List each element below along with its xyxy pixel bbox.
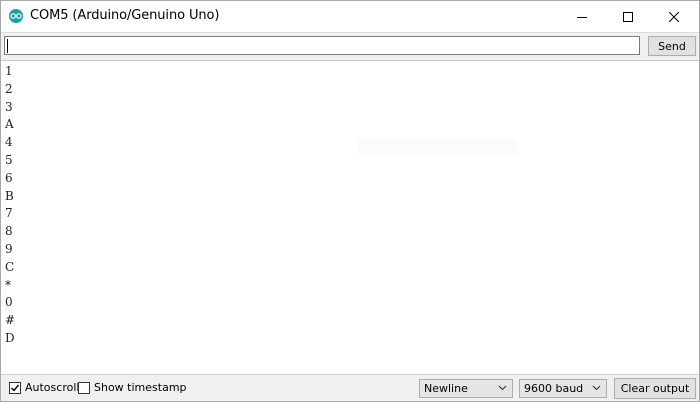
chevron-down-icon xyxy=(498,385,507,391)
output-line: C xyxy=(5,259,15,274)
text-caret xyxy=(7,39,8,53)
arduino-icon xyxy=(9,9,23,23)
output-line: # xyxy=(5,313,16,328)
window-title: COM5 (Arduino/Genuino Uno) xyxy=(30,8,220,23)
chevron-down-icon xyxy=(592,385,601,391)
timestamp-checkbox[interactable] xyxy=(78,382,90,394)
output-line: 6 xyxy=(5,170,13,185)
close-button[interactable] xyxy=(651,1,697,32)
line-ending-value: Newline xyxy=(424,382,468,395)
output-line: 1 xyxy=(5,64,13,78)
serial-output[interactable]: 1 2 3 A 4 5 6 B 7 8 9 C * 0 # D xyxy=(1,60,699,375)
output-line: 5 xyxy=(5,153,13,167)
serial-monitor-window: COM5 (Arduino/Genuino Uno) Send 1 2 3 A 4 5 6 B… xyxy=(0,0,700,402)
output-line: B xyxy=(5,188,14,203)
autoscroll-checkbox[interactable] xyxy=(9,382,21,394)
output-line: 4 xyxy=(5,135,13,150)
send-bar: Send xyxy=(1,32,699,60)
status-bar: Autoscroll Show timestamp Newline 9600 b… xyxy=(1,374,699,401)
output-line: 7 xyxy=(5,206,13,221)
faint-highlight xyxy=(358,139,518,155)
output-line: D xyxy=(5,331,15,345)
output-line: 8 xyxy=(5,224,13,239)
output-line: A xyxy=(5,117,14,132)
output-line: 2 xyxy=(5,81,13,96)
clear-output-button[interactable]: Clear output xyxy=(614,378,696,399)
minimize-button[interactable] xyxy=(559,1,605,32)
close-icon xyxy=(669,11,679,22)
minimize-icon xyxy=(577,16,587,18)
output-line: 0 xyxy=(5,295,13,310)
line-ending-select[interactable]: Newline xyxy=(419,379,513,398)
maximize-icon xyxy=(623,11,633,22)
output-line: * xyxy=(5,277,11,292)
send-input[interactable] xyxy=(4,36,640,55)
send-button[interactable]: Send xyxy=(648,36,696,56)
timestamp-label[interactable]: Show timestamp xyxy=(94,381,187,394)
output-line: 9 xyxy=(5,242,13,256)
baud-rate-select[interactable]: 9600 baud xyxy=(519,379,607,398)
baud-rate-value: 9600 baud xyxy=(524,382,584,395)
title-bar[interactable]: COM5 (Arduino/Genuino Uno) xyxy=(1,1,699,32)
output-line: 3 xyxy=(5,99,13,114)
maximize-button[interactable] xyxy=(605,1,651,32)
autoscroll-label[interactable]: Autoscroll xyxy=(25,381,79,394)
check-icon xyxy=(11,384,20,392)
